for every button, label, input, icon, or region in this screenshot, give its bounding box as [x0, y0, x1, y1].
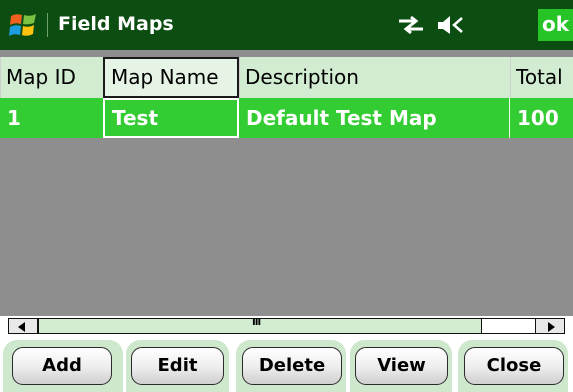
add-button[interactable]: Add: [12, 347, 112, 385]
map-grid[interactable]: Map ID Map Name Description Total 1 Test…: [0, 50, 573, 316]
title-bar: Field Maps ok: [0, 0, 573, 50]
windows-start-icon[interactable]: [8, 10, 38, 40]
title-separator: [47, 13, 48, 37]
cell-map-id[interactable]: 1: [0, 98, 103, 138]
column-header-description[interactable]: Description: [239, 57, 510, 98]
close-button[interactable]: Close: [464, 347, 564, 385]
cell-map-name[interactable]: Test: [103, 98, 239, 138]
grid-header-row: Map ID Map Name Description Total: [0, 57, 573, 98]
edit-button[interactable]: Edit: [131, 347, 224, 385]
column-header-map-name[interactable]: Map Name: [103, 57, 239, 98]
scroll-right-button[interactable]: [535, 318, 565, 334]
cell-description[interactable]: Default Test Map: [239, 98, 510, 138]
arrow-left-icon: [18, 322, 25, 332]
scroll-grip: III: [252, 317, 261, 328]
volume-icon[interactable]: [436, 14, 466, 36]
scroll-left-button[interactable]: [8, 318, 38, 334]
ok-button[interactable]: ok: [538, 9, 573, 41]
delete-button[interactable]: Delete: [242, 347, 342, 385]
cell-total[interactable]: 100: [510, 98, 573, 138]
view-button[interactable]: View: [355, 347, 448, 385]
column-header-total[interactable]: Total: [510, 57, 573, 98]
app-title: Field Maps: [58, 13, 174, 35]
button-bar: Add Edit Delete View Close: [0, 336, 573, 392]
arrow-right-icon: [548, 322, 555, 332]
row-divider: [509, 98, 510, 138]
connectivity-icon[interactable]: [397, 14, 425, 36]
column-header-map-id[interactable]: Map ID: [0, 57, 103, 98]
scroll-thumb[interactable]: III: [38, 317, 482, 334]
horizontal-scrollbar[interactable]: III: [0, 316, 573, 336]
table-row[interactable]: 1 Test Default Test Map 100: [0, 98, 573, 138]
